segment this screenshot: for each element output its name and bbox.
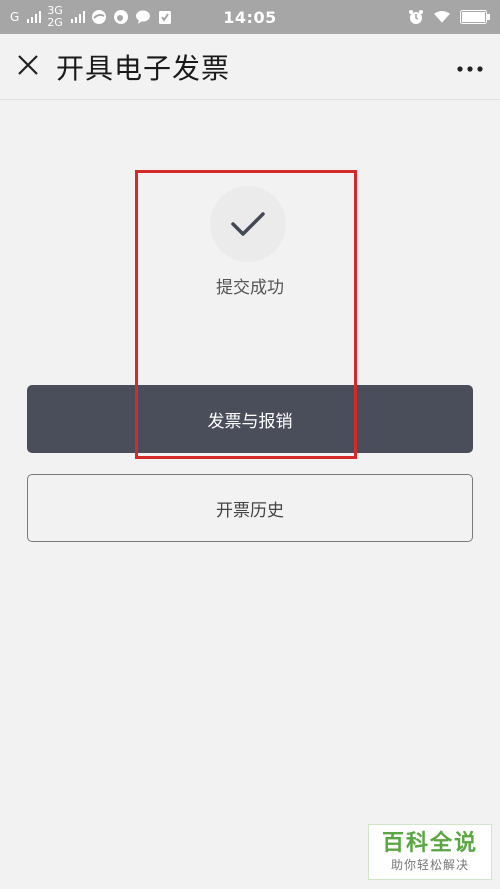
watermark-main-text: 百科全说	[381, 831, 478, 856]
watermark-sub-text: 助你轻松解决	[390, 858, 469, 872]
invoice-history-button[interactable]: 开票历史	[27, 474, 473, 542]
more-dots-icon	[457, 57, 483, 76]
invoice-reimbursement-button[interactable]: 发票与报销	[27, 385, 473, 453]
page-title: 开具电子发票	[56, 51, 231, 85]
status-time: 14:05	[223, 7, 277, 27]
app-header: 开具电子发票	[0, 34, 500, 100]
invoice-history-label: 开票历史	[216, 500, 284, 521]
watermark-logo: 百科全说 助你轻松解决	[368, 824, 492, 880]
close-button[interactable]	[0, 34, 56, 100]
status-bar: G 3G 2G 14:05	[0, 0, 500, 34]
success-check-icon	[210, 186, 286, 262]
invoice-reimbursement-label: 发票与报销	[207, 411, 293, 432]
close-icon	[17, 54, 39, 80]
success-message: 提交成功	[216, 278, 284, 298]
more-options-button[interactable]	[440, 34, 500, 100]
